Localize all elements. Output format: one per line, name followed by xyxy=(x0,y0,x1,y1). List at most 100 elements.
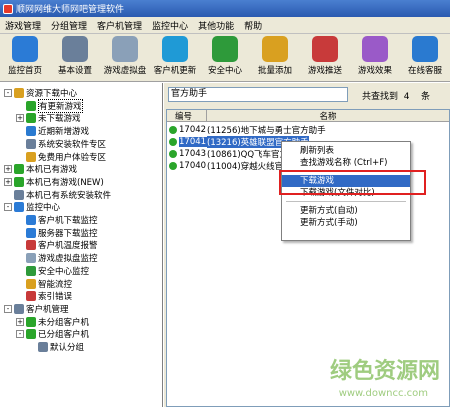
tree-item[interactable]: + 未分组客户机 xyxy=(16,316,89,328)
cell-name: (11256)地下城与勇士官方助手 xyxy=(207,126,326,136)
tree-item[interactable]: 免费用户体验专区 xyxy=(16,151,106,163)
tree-item[interactable]: - 资源下载中心 xyxy=(4,87,77,99)
tree-item-label: 客户机温度报警 xyxy=(38,241,98,252)
toolbar-button-2[interactable]: 游戏虚拟盘 xyxy=(100,34,150,82)
tree-item-label: 智能流控 xyxy=(38,279,73,290)
result-count-number: 4 xyxy=(403,92,410,102)
tree-item[interactable]: 有更新游戏 xyxy=(16,98,83,113)
cell-id: 17040 xyxy=(179,161,207,171)
toolbar-button-6[interactable]: 游戏推送 xyxy=(300,34,350,82)
highlight-annotation xyxy=(279,170,426,195)
collapse-icon[interactable]: - xyxy=(4,203,12,212)
tree-item[interactable]: 智能流控 xyxy=(16,278,72,290)
menu-help[interactable]: 帮助 xyxy=(239,19,267,32)
tree-item-label: 默认分组 xyxy=(50,343,85,353)
menu-client-management[interactable]: 客户机管理 xyxy=(92,19,147,32)
tree-item[interactable]: 客户机下载监控 xyxy=(16,214,98,226)
tree-item[interactable]: 本机已有系统安装软件 xyxy=(4,189,111,201)
tree-item[interactable]: 客户机温度报警 xyxy=(16,239,98,251)
context-menu-item[interactable]: 查找游戏名称 (Ctrl+F) xyxy=(282,157,410,169)
expand-icon[interactable]: + xyxy=(4,165,12,174)
tree-node-icon xyxy=(26,316,36,327)
batch-add-icon xyxy=(262,36,288,62)
cell-id: 17042 xyxy=(179,125,207,135)
context-menu-item[interactable]: 更新方式(自动) xyxy=(282,205,410,217)
toolbar-button-label: 游戏虚拟盘 xyxy=(103,66,147,76)
tree-item[interactable]: + 本机已有游戏(NEW) xyxy=(4,176,104,188)
tree-node-icon xyxy=(14,88,24,98)
tree-item-label: 未分组客户机 xyxy=(38,317,90,328)
toolbar-button-3[interactable]: 客户机更新 xyxy=(150,34,200,82)
tree-item[interactable]: 默认分组 xyxy=(28,341,84,353)
tree-node-icon xyxy=(26,329,36,340)
push-icon xyxy=(312,36,338,62)
toolbar: 监控首页 基本设置 游戏虚拟盘 客户机更新 安全中心 批量添加 游戏推送 游戏效果 在线客服 xyxy=(0,34,450,82)
menu-group-management[interactable]: 分组管理 xyxy=(46,19,92,32)
tree-node-icon xyxy=(26,227,36,238)
tree-item[interactable]: 索引错误 xyxy=(16,290,72,302)
tree-node-icon xyxy=(14,303,24,314)
result-count-unit: 条 xyxy=(420,92,430,102)
tree-node-icon xyxy=(26,100,36,111)
tree-item[interactable]: + 未下载游戏 xyxy=(16,112,81,124)
app-icon xyxy=(3,3,13,14)
tree-item[interactable]: - 监控中心 xyxy=(4,201,60,213)
collapse-icon[interactable]: - xyxy=(16,330,24,339)
window-title: 顺网网维大师网吧管理软件 xyxy=(16,5,125,15)
tree-item[interactable]: 系统安装软件专区 xyxy=(16,138,106,150)
shield-icon xyxy=(212,36,238,62)
tree-item-label: 服务器下载监控 xyxy=(38,228,98,239)
monitor-home-icon xyxy=(12,36,38,62)
menu-separator xyxy=(286,201,406,202)
cell-id: 17043 xyxy=(179,149,207,159)
context-menu-item[interactable]: 更新方式(手动) xyxy=(282,217,410,229)
column-header-name[interactable]: 名称 xyxy=(207,110,449,122)
expand-icon[interactable]: + xyxy=(16,317,24,326)
toolbar-button-label: 监控首页 xyxy=(7,66,42,76)
column-header-id[interactable]: 编号 xyxy=(167,110,207,122)
tree-item[interactable]: - 已分组客户机 xyxy=(16,328,89,340)
tree-node-icon xyxy=(26,126,36,137)
watermark-url: www.downcc.com xyxy=(338,388,428,399)
tree-node-icon xyxy=(14,202,24,213)
tree-item[interactable]: 游戏虚拟盘监控 xyxy=(16,252,98,264)
collapse-icon[interactable]: - xyxy=(4,304,12,313)
tree-item[interactable]: 服务器下载监控 xyxy=(16,227,98,239)
table-row[interactable]: 17042 (11256)地下城与勇士官方助手 xyxy=(167,124,449,136)
tree-node-icon xyxy=(26,291,36,302)
tree-item[interactable]: 安全中心监控 xyxy=(16,265,89,277)
toolbar-button-label: 安全中心 xyxy=(207,66,242,76)
toolbar-button-1[interactable]: 基本设置 xyxy=(50,34,100,82)
gear-icon xyxy=(62,36,88,62)
toolbar-button-7[interactable]: 游戏效果 xyxy=(350,34,400,82)
tree-node-icon xyxy=(26,278,36,289)
expand-icon[interactable]: + xyxy=(4,177,12,186)
tree-item-label: 免费用户体验专区 xyxy=(38,152,107,163)
tree-item-label: 近期新增游戏 xyxy=(38,127,90,138)
toolbar-button-4[interactable]: 安全中心 xyxy=(200,34,250,82)
menu-monitor-center[interactable]: 监控中心 xyxy=(147,19,193,32)
tree-item[interactable]: 近期新增游戏 xyxy=(16,125,89,137)
expand-icon[interactable]: + xyxy=(16,114,24,123)
menu-game-management[interactable]: 游戏管理 xyxy=(0,19,46,32)
menu-other-functions[interactable]: 其他功能 xyxy=(193,19,239,32)
collapse-icon[interactable]: - xyxy=(4,89,12,97)
tree-node-icon xyxy=(26,240,36,251)
tree-node-icon xyxy=(14,176,24,187)
tree-item-label: 客户机下载监控 xyxy=(38,216,98,226)
cell-name: (11004)穿越火线官 xyxy=(207,162,284,172)
toolbar-button-5[interactable]: 批量添加 xyxy=(250,34,300,82)
watermark: 绿色资源网 xyxy=(329,359,440,384)
tree-node-icon xyxy=(14,164,24,175)
toolbar-button-0[interactable]: 监控首页 xyxy=(0,34,50,82)
search-input[interactable]: 官方助手 xyxy=(168,87,348,102)
toolbar-button-label: 游戏效果 xyxy=(357,66,392,76)
tree-item-label: 已分组客户机 xyxy=(38,330,90,341)
cell-id: 17041 xyxy=(179,137,207,147)
toolbar-button-8[interactable]: 在线客服 xyxy=(400,34,450,82)
tree-item[interactable]: + 本机已有游戏 xyxy=(4,163,77,175)
tree-item[interactable]: - 客户机管理 xyxy=(4,303,69,315)
navigation-tree[interactable]: - 资源下载中心 有更新游戏 + 未下载游戏近期新增游戏 系统安装软件专区免费用户体验专区… xyxy=(0,83,163,407)
tree-node-icon xyxy=(26,138,36,149)
context-menu-item[interactable]: 刷新列表 xyxy=(282,145,410,157)
